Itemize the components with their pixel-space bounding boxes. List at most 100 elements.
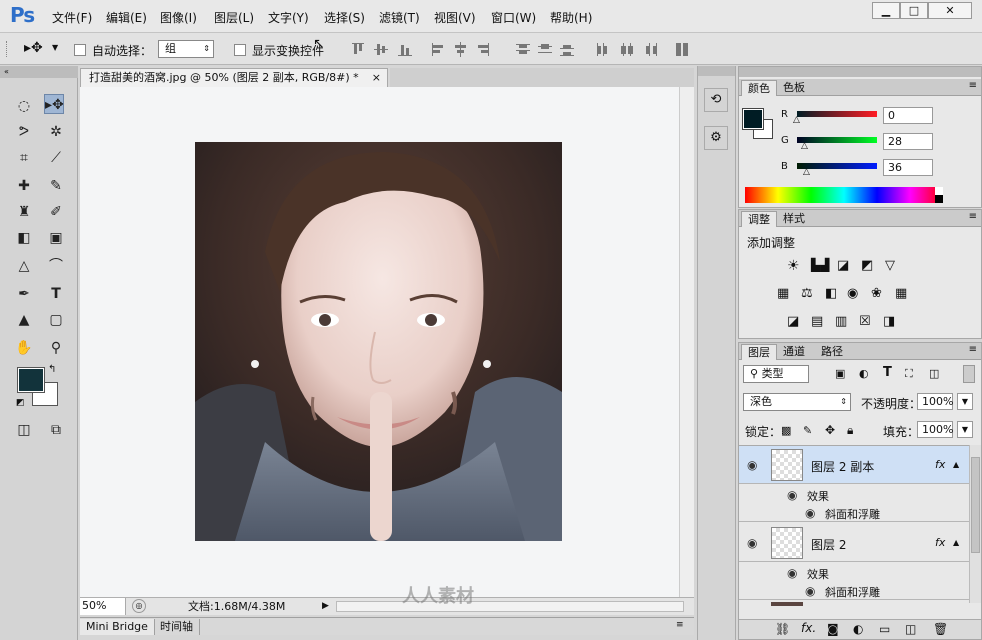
move-tool-preset-icon[interactable]: ▸✥ bbox=[24, 40, 43, 56]
tab-color[interactable]: 颜色 bbox=[741, 80, 777, 96]
lock-all-icon[interactable]: 🔒︎ bbox=[847, 423, 853, 438]
tab-paths[interactable]: 路径 bbox=[815, 344, 849, 360]
layer-filter-dropdown[interactable]: ⚲ 类型 bbox=[743, 365, 809, 383]
tab-styles[interactable]: 样式 bbox=[777, 211, 811, 227]
fx-badge[interactable]: fx bbox=[935, 536, 945, 549]
panel-menu-icon[interactable]: ≡ bbox=[969, 80, 977, 91]
g-slider-handle[interactable]: △ bbox=[801, 141, 808, 151]
posterize-icon[interactable]: ▤ bbox=[811, 314, 823, 329]
vibrance-icon[interactable]: ▽ bbox=[885, 258, 895, 273]
dodge-tool-icon[interactable]: ⌒ bbox=[46, 256, 66, 276]
layer-row[interactable]: ◉ 图层 2 fx ▲ bbox=[739, 524, 969, 562]
status-menu-arrow-icon[interactable]: ▶ bbox=[322, 599, 334, 613]
close-tab-icon[interactable]: × bbox=[372, 69, 381, 87]
hand-tool-icon[interactable]: ✋ bbox=[14, 338, 34, 358]
filter-toggle-switch[interactable] bbox=[963, 365, 975, 383]
effects-eye-icon[interactable]: ◉ bbox=[787, 566, 797, 580]
g-slider[interactable] bbox=[797, 137, 877, 143]
fill-input[interactable]: 100% bbox=[917, 421, 953, 438]
menu-file[interactable]: 文件(F) bbox=[52, 9, 92, 26]
color-spectrum-bar[interactable] bbox=[745, 187, 943, 203]
eyedropper-tool-icon[interactable]: ⟋ bbox=[46, 148, 66, 168]
type-tool-icon[interactable]: T bbox=[46, 284, 66, 304]
g-value-input[interactable]: 28 bbox=[883, 133, 933, 150]
path-selection-tool-icon[interactable]: ▲ bbox=[14, 310, 34, 330]
tab-channels[interactable]: 通道 bbox=[777, 344, 811, 360]
effect-eye-icon[interactable]: ◉ bbox=[805, 506, 815, 520]
minimize-button[interactable]: ▁ bbox=[872, 2, 900, 19]
link-layers-icon[interactable]: ⛓ bbox=[775, 622, 790, 636]
default-colors-icon[interactable]: ◩ bbox=[16, 398, 25, 408]
b-slider-handle[interactable]: △ bbox=[803, 167, 810, 177]
new-group-icon[interactable]: ▭ bbox=[879, 622, 890, 636]
filter-pixel-icon[interactable]: ▣ bbox=[835, 367, 845, 380]
menu-view[interactable]: 视图(V) bbox=[434, 9, 476, 26]
healing-brush-tool-icon[interactable]: ✚ bbox=[14, 176, 34, 196]
layers-scrollbar[interactable] bbox=[969, 445, 981, 603]
lock-transparent-icon[interactable]: ▩ bbox=[781, 424, 791, 437]
panel-menu-icon[interactable]: ≡ bbox=[969, 344, 977, 355]
filter-type-icon[interactable]: T bbox=[883, 365, 892, 380]
eraser-tool-icon[interactable]: ◧ bbox=[14, 228, 34, 248]
fill-dropdown-icon[interactable]: ▼ bbox=[957, 421, 973, 438]
opacity-dropdown-icon[interactable]: ▼ bbox=[957, 393, 973, 410]
document-photo[interactable] bbox=[195, 142, 562, 541]
zoom-preview-icon[interactable]: ◎ bbox=[132, 599, 146, 613]
panel-menu-icon[interactable]: ≡ bbox=[676, 620, 684, 630]
expand-effects-icon[interactable]: ▲ bbox=[953, 538, 959, 547]
menu-layer[interactable]: 图层(L) bbox=[214, 9, 254, 26]
curves-icon[interactable]: ◪ bbox=[837, 258, 849, 273]
menu-image[interactable]: 图像(I) bbox=[160, 9, 197, 26]
auto-select-dropdown[interactable]: 组 ⇕ bbox=[158, 40, 214, 58]
black-white-icon[interactable]: ◧ bbox=[825, 286, 837, 301]
shape-tool-icon[interactable]: ▢ bbox=[46, 310, 66, 330]
magic-wand-tool-icon[interactable]: ✲ bbox=[46, 122, 66, 142]
channel-mixer-icon[interactable]: ❀ bbox=[871, 286, 882, 301]
layer-row[interactable]: ◉ 图层 2 副本 fx ▲ bbox=[739, 446, 969, 484]
delete-layer-icon[interactable]: 🗑︎ bbox=[933, 622, 948, 636]
b-value-input[interactable]: 36 bbox=[883, 159, 933, 176]
layer-name[interactable]: 图层 2 bbox=[811, 536, 846, 553]
collapse-toolbar-icon[interactable]: « bbox=[0, 66, 78, 78]
history-panel-icon[interactable]: ⟲ bbox=[704, 88, 728, 112]
tab-timeline[interactable]: 时间轴 bbox=[154, 619, 200, 635]
menu-type[interactable]: 文字(Y) bbox=[268, 9, 309, 26]
visibility-eye-icon[interactable]: ◉ bbox=[747, 458, 757, 472]
tab-mini-bridge[interactable]: Mini Bridge bbox=[80, 619, 155, 635]
close-button[interactable]: ✕ bbox=[928, 2, 972, 19]
brush-tool-icon[interactable]: ✎ bbox=[46, 176, 66, 196]
visibility-eye-icon[interactable]: ◉ bbox=[747, 536, 757, 550]
effect-name[interactable]: 斜面和浮雕 bbox=[825, 584, 880, 600]
zoom-field[interactable]: 50% bbox=[80, 598, 126, 615]
layer-name[interactable]: 图层 2 副本 bbox=[811, 458, 874, 475]
menu-edit[interactable]: 编辑(E) bbox=[106, 9, 147, 26]
r-value-input[interactable]: 0 bbox=[883, 107, 933, 124]
screen-mode-icon[interactable]: ⧉ bbox=[46, 420, 66, 440]
add-style-icon[interactable]: fx. bbox=[801, 621, 816, 635]
foreground-color-swatch[interactable] bbox=[17, 367, 45, 393]
invert-icon[interactable]: ◪ bbox=[787, 314, 799, 329]
history-brush-tool-icon[interactable]: ✐ bbox=[46, 202, 66, 222]
lock-position-icon[interactable]: ✥ bbox=[825, 423, 835, 437]
threshold-icon[interactable]: ▥ bbox=[835, 314, 847, 329]
filter-smart-object-icon[interactable]: ◫ bbox=[929, 367, 939, 380]
selective-color-icon[interactable]: ☒ bbox=[859, 314, 871, 329]
brightness-contrast-icon[interactable]: ☀ bbox=[787, 258, 800, 274]
pen-tool-icon[interactable]: ✒ bbox=[14, 284, 34, 304]
expand-effects-icon[interactable]: ▲ bbox=[953, 460, 959, 469]
properties-panel-icon[interactable]: ⚙ bbox=[704, 126, 728, 150]
restore-button[interactable]: □ bbox=[900, 2, 928, 19]
clone-stamp-tool-icon[interactable]: ♜ bbox=[14, 202, 34, 222]
color-lookup-icon[interactable]: ▦ bbox=[895, 286, 907, 301]
quick-mask-icon[interactable]: ◫ bbox=[14, 420, 34, 440]
auto-select-checkbox[interactable] bbox=[74, 44, 86, 56]
color-balance-icon[interactable]: ⚖ bbox=[801, 286, 813, 301]
new-adjustment-icon[interactable]: ◐ bbox=[853, 622, 863, 636]
color-fg-swatch[interactable] bbox=[742, 108, 764, 130]
crop-tool-icon[interactable]: ⌗ bbox=[14, 148, 34, 168]
blend-mode-dropdown[interactable]: 深色 ⇕ bbox=[743, 393, 851, 411]
effect-eye-icon[interactable]: ◉ bbox=[805, 584, 815, 598]
gradient-tool-icon[interactable]: ▣ bbox=[46, 228, 66, 248]
r-slider[interactable] bbox=[797, 111, 877, 117]
exposure-icon[interactable]: ◩ bbox=[861, 258, 873, 273]
